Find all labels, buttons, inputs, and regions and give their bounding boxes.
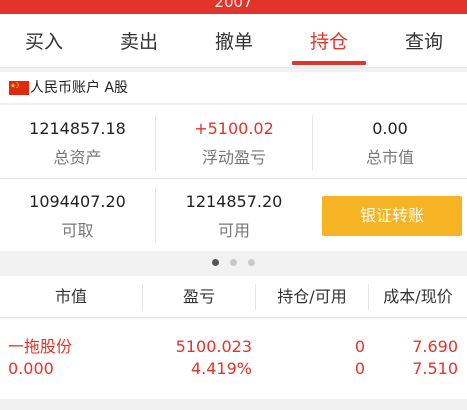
stock-name: 一拖股份 <box>8 337 73 356</box>
account-label: 人民币账户 A股 <box>30 80 129 96</box>
market-value-cell: 0.00 总市值 <box>313 118 467 169</box>
total-assets-label: 总资产 <box>53 148 102 167</box>
floating-pl-cell: +5100.02 浮动盈亏 <box>156 118 312 169</box>
floating-pl-value: +5100.02 <box>194 119 274 138</box>
market-value-value: 0.00 <box>372 119 408 138</box>
column-header-cost-price[interactable]: 成本/现价 <box>369 276 467 318</box>
stock-price: 7.510 <box>412 359 458 378</box>
account-bar[interactable]: 人民币账户 A股 <box>0 72 467 104</box>
column-header-market-value[interactable]: 市值 <box>0 276 142 318</box>
title-bar: 2007 <box>0 0 467 14</box>
available-value: 1214857.20 <box>185 192 283 211</box>
page-dot[interactable] <box>212 259 219 266</box>
column-header-holding[interactable]: 持仓/可用 <box>256 276 368 318</box>
tab-cancel[interactable]: 撤单 <box>194 14 274 68</box>
available-cell: 1214857.20 可用 <box>156 191 312 242</box>
withdrawable-value: 1094407.20 <box>29 192 126 211</box>
column-header-pl[interactable]: 盈亏 <box>143 276 255 318</box>
trade-tabs: 买入 卖出 撤单 持仓 查询 <box>0 14 467 68</box>
stock-available: 0 <box>354 359 365 378</box>
positions-table-body: 一拖股份 0.000 5100.023 4.419% 0 0 7.690 7.5… <box>0 319 467 399</box>
total-assets-cell: 1214857.18 总资产 <box>0 118 155 169</box>
page-indicator <box>0 251 467 273</box>
stock-pl: 5100.023 <box>175 337 252 356</box>
tab-sell[interactable]: 卖出 <box>99 14 179 68</box>
page-dot[interactable] <box>248 259 255 266</box>
tab-query[interactable]: 查询 <box>384 14 464 68</box>
tab-positions[interactable]: 持仓 <box>289 14 369 68</box>
active-tab-indicator <box>292 61 366 65</box>
floating-pl-label: 浮动盈亏 <box>201 148 266 167</box>
tab-buy[interactable]: 买入 <box>4 14 84 68</box>
withdrawable-label: 可取 <box>61 221 94 240</box>
table-row[interactable]: 一拖股份 0.000 5100.023 4.419% 0 0 7.690 7.5… <box>0 319 467 378</box>
stock-cost: 7.690 <box>412 337 458 356</box>
window-title: 2007 <box>214 0 253 11</box>
stock-pl-percent: 4.419% <box>190 359 252 378</box>
total-assets-value: 1214857.18 <box>29 119 126 138</box>
page-dot[interactable] <box>230 259 237 266</box>
bank-transfer-button[interactable]: 银证转账 <box>322 196 462 236</box>
stock-market-value: 0.000 <box>8 359 54 378</box>
bottom-spacer <box>0 399 467 410</box>
available-label: 可用 <box>217 221 250 240</box>
china-flag-icon <box>9 81 29 95</box>
stock-holding: 0 <box>354 337 365 356</box>
positions-table-header: 市值 盈亏 持仓/可用 成本/现价 <box>0 276 467 318</box>
divider <box>0 178 467 179</box>
market-value-label: 总市值 <box>365 148 414 167</box>
withdrawable-cell: 1094407.20 可取 <box>0 191 155 242</box>
